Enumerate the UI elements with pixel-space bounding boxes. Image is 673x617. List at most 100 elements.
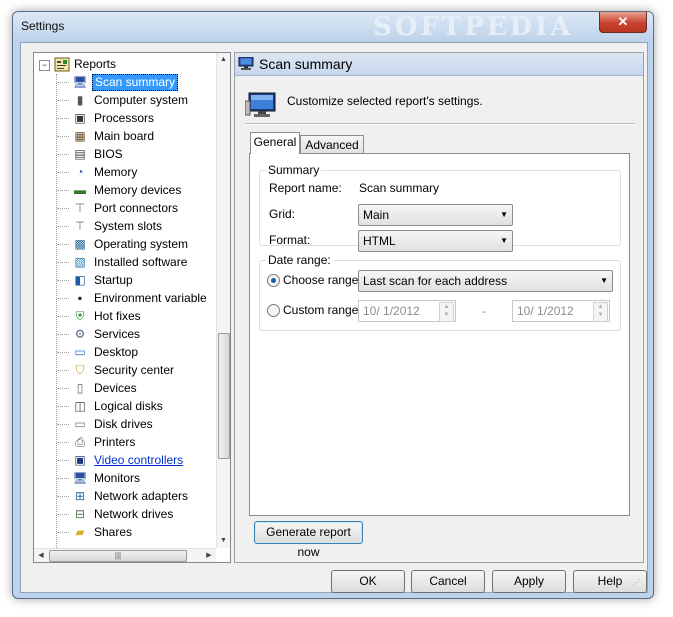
tree-item[interactable]: ⊟ Network drives xyxy=(57,506,216,524)
tree-item[interactable]: ⎙ Printers xyxy=(57,434,216,452)
tab-advanced[interactable]: Advanced xyxy=(300,135,364,155)
tree-item[interactable]: ▧ Installed software xyxy=(57,254,216,272)
tree-item-label: Environment variable xyxy=(94,291,207,305)
tree-connector xyxy=(57,442,69,443)
collapse-icon[interactable]: − xyxy=(39,60,50,71)
security-shield-icon: ⛉ xyxy=(75,363,85,377)
tree-item-label: Port connectors xyxy=(94,201,179,215)
scroll-down-icon[interactable]: ▼ xyxy=(217,534,230,548)
tree-item[interactable]: 🖥 Scan summary xyxy=(57,74,216,92)
ram-stick-icon: ▬ xyxy=(74,183,86,197)
custom-range-label[interactable]: Custom range: xyxy=(283,303,362,317)
title-bar[interactable]: Settings SOFTPEDIA ✕ xyxy=(13,12,653,42)
tree-item[interactable]: ▣ Processors xyxy=(57,110,216,128)
tower-icon: ▮ xyxy=(76,93,84,107)
motherboard-icon: ▦ xyxy=(74,129,86,143)
dropdown-arrow-icon: ▼ xyxy=(500,236,508,245)
shield-icon: ⛨ xyxy=(75,309,85,323)
cancel-button[interactable]: Cancel xyxy=(411,570,485,593)
custom-range-from[interactable]: 10/ 1/2012 ▲ ▼ xyxy=(358,300,456,322)
tree-item[interactable]: ▭ Desktop xyxy=(57,344,216,362)
console-icon: ▪ xyxy=(77,291,83,305)
software-icon: ▧ xyxy=(74,255,86,269)
date-spinner-icon[interactable]: ▲ ▼ xyxy=(593,302,608,322)
tree-item[interactable]: ▩ Operating system xyxy=(57,236,216,254)
date-range-group: Date range: Choose range: Last scan for … xyxy=(259,253,621,331)
tree-item-label: Memory xyxy=(94,165,138,179)
report-tree[interactable]: − Reports 🖥 Scan summary ▮ Computer system ▣… xyxy=(33,52,231,563)
tab-general[interactable]: General xyxy=(250,132,300,154)
devices-icon: ▯ xyxy=(76,381,84,395)
scroll-up-icon[interactable]: ▲ xyxy=(217,53,230,67)
report-name-value: Scan summary xyxy=(359,181,440,195)
tree-root-reports[interactable]: − Reports xyxy=(36,56,214,74)
tree-item[interactable]: ⛉ Security center xyxy=(57,362,216,380)
tree-item[interactable]: ▦ Main board xyxy=(57,128,216,146)
tree-item[interactable]: ⚙ Services xyxy=(57,326,216,344)
grid-select[interactable]: Main ▼ xyxy=(358,204,513,226)
tree-item[interactable]: ▬ Memory devices xyxy=(57,182,216,200)
tree-vertical-scrollbar[interactable]: ▲ ▼ xyxy=(216,53,230,548)
tree-item[interactable]: ▮ Computer system xyxy=(57,92,216,110)
tree-item[interactable]: ▤ BIOS xyxy=(57,146,216,164)
tree-item[interactable]: ▰ Shares xyxy=(57,524,216,542)
tree-item[interactable]: ⊤ System slots xyxy=(57,218,216,236)
tree-item-label: Memory devices xyxy=(94,183,182,197)
ok-button[interactable]: OK xyxy=(331,570,405,593)
tree-item-label: Video controllers xyxy=(94,453,184,467)
choose-range-select[interactable]: Last scan for each address ▼ xyxy=(358,270,613,292)
tree-item[interactable]: ▣ Video controllers xyxy=(57,452,216,470)
port-icon: ⊤ xyxy=(74,201,86,215)
range-separator: - xyxy=(482,304,486,318)
generate-report-button[interactable]: Generate report now xyxy=(254,521,363,559)
settings-window: Settings SOFTPEDIA ✕ − Reports 🖥 Scan sum… xyxy=(12,11,654,599)
tree-connector xyxy=(57,82,69,83)
tree-item[interactable]: ⛨ Hot fixes xyxy=(57,308,216,326)
tree-connector xyxy=(57,244,69,245)
scroll-left-icon[interactable]: ◀ xyxy=(34,549,48,562)
summary-group: Summary Report name: Scan summary Grid: … xyxy=(259,163,621,252)
format-select[interactable]: HTML ▼ xyxy=(358,230,513,252)
resize-grip-icon[interactable]: ⋰ xyxy=(632,579,644,592)
grid-select-value: Main xyxy=(363,208,390,222)
scroll-right-icon[interactable]: ▶ xyxy=(202,549,216,562)
window-title: Settings xyxy=(21,19,65,33)
computer-monitor-icon xyxy=(244,91,277,119)
tree-item[interactable]: 🖥 Monitors xyxy=(57,470,216,488)
tree-horizontal-scrollbar[interactable]: ◀ ||| ▶ xyxy=(34,548,216,562)
tree-item[interactable]: ▪ Environment variable xyxy=(57,290,216,308)
close-button[interactable]: ✕ xyxy=(599,12,647,33)
tree-connector xyxy=(57,136,69,137)
tree-item-label: Security center xyxy=(94,363,175,377)
tree-root-label: Reports xyxy=(74,57,117,71)
startup-icon: ◧ xyxy=(74,273,86,287)
panel-description: Customize selected report's settings. xyxy=(287,94,483,108)
choose-range-radio[interactable] xyxy=(267,274,280,287)
tree-item-label: Devices xyxy=(94,381,137,395)
choose-range-label[interactable]: Choose range: xyxy=(283,273,362,287)
scroll-thumb[interactable] xyxy=(218,333,230,459)
tree-connector xyxy=(57,478,69,479)
tree-item[interactable]: ▯ Devices xyxy=(57,380,216,398)
tree-item[interactable]: ◫ Logical disks xyxy=(57,398,216,416)
tree-item[interactable]: ▭ Disk drives xyxy=(57,416,216,434)
tree-item[interactable]: ◧ Startup xyxy=(57,272,216,290)
panel-header: Scan summary xyxy=(235,53,643,76)
hscroll-thumb[interactable]: ||| xyxy=(49,550,187,562)
settings-panel: Scan summary Customize selected report's… xyxy=(234,52,644,563)
date-spinner-icon[interactable]: ▲ ▼ xyxy=(439,302,454,322)
tree-item[interactable]: ◔ Memory xyxy=(57,164,216,182)
tree-item-label: Printers xyxy=(94,435,136,449)
os-icon: ▩ xyxy=(74,237,86,251)
tree-connector xyxy=(57,118,69,119)
tree-item[interactable]: ⊞ Network adapters xyxy=(57,488,216,506)
network-adapter-icon: ⊞ xyxy=(74,489,86,503)
custom-range-radio[interactable] xyxy=(267,304,280,317)
header-divider xyxy=(245,123,635,125)
bios-chip-icon: ▤ xyxy=(74,147,86,161)
tree-connector xyxy=(57,370,69,371)
custom-range-to[interactable]: 10/ 1/2012 ▲ ▼ xyxy=(512,300,610,322)
tree-item-label: Hot fixes xyxy=(94,309,141,323)
tree-item[interactable]: ⊤ Port connectors xyxy=(57,200,216,218)
apply-button[interactable]: Apply xyxy=(492,570,566,593)
